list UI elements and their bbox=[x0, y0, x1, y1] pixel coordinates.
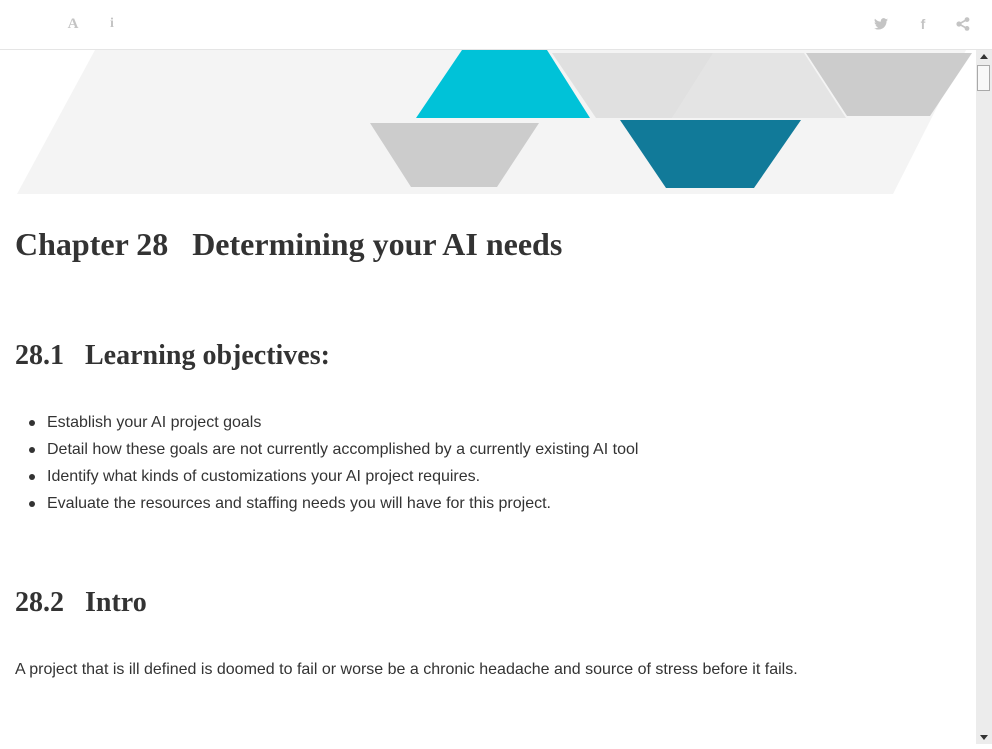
book-toolbar: A i f bbox=[0, 0, 992, 50]
facebook-icon[interactable]: f bbox=[913, 14, 933, 34]
section-title: Intro bbox=[85, 587, 147, 618]
section-heading-intro: 28.2 Intro bbox=[15, 587, 147, 619]
share-nodes-glyph bbox=[956, 17, 970, 31]
section-heading-learning-objectives: 28.1 Learning objectives: bbox=[15, 340, 330, 372]
list-item: Evaluate the resources and staffing need… bbox=[15, 494, 638, 521]
twitter-icon[interactable] bbox=[871, 14, 891, 34]
section-number: 28.1 bbox=[15, 340, 64, 371]
section-number: 28.2 bbox=[15, 587, 64, 618]
bullet-icon bbox=[29, 501, 35, 507]
twitter-bird-glyph bbox=[874, 18, 888, 30]
vertical-scrollbar[interactable] bbox=[976, 50, 992, 744]
bullet-icon bbox=[29, 447, 35, 453]
list-item: Detail how these goals are not currently… bbox=[15, 440, 638, 467]
up-triangle-glyph bbox=[980, 54, 988, 59]
list-item-text: Detail how these goals are not currently… bbox=[47, 441, 639, 458]
scroll-up-arrow-icon[interactable] bbox=[976, 50, 992, 64]
objectives-list: Establish your AI project goals Detail h… bbox=[15, 413, 638, 521]
share-icon[interactable] bbox=[953, 14, 973, 34]
down-triangle-glyph bbox=[980, 735, 988, 740]
list-item-text: Establish your AI project goals bbox=[47, 414, 262, 431]
scrollbar-thumb[interactable] bbox=[977, 65, 990, 91]
intro-paragraph: A project that is ill defined is doomed … bbox=[15, 661, 798, 678]
font-settings-icon[interactable]: A bbox=[63, 14, 83, 34]
chapter-banner-graphic bbox=[17, 50, 972, 194]
scroll-down-arrow-icon[interactable] bbox=[976, 730, 992, 744]
list-item: Identify what kinds of customizations yo… bbox=[15, 467, 638, 494]
list-item-text: Identify what kinds of customizations yo… bbox=[47, 468, 481, 485]
info-icon[interactable]: i bbox=[102, 14, 122, 34]
chapter-number: Chapter 28 bbox=[15, 226, 169, 262]
bullet-icon bbox=[29, 474, 35, 480]
section-title: Learning objectives: bbox=[85, 340, 330, 371]
list-item: Establish your AI project goals bbox=[15, 413, 638, 440]
bullet-icon bbox=[29, 420, 35, 426]
chapter-title-text: Determining your AI needs bbox=[192, 226, 563, 262]
list-item-text: Evaluate the resources and staffing need… bbox=[47, 495, 551, 512]
chapter-title: Chapter 28 Determining your AI needs bbox=[15, 226, 562, 263]
book-content bbox=[0, 50, 976, 744]
